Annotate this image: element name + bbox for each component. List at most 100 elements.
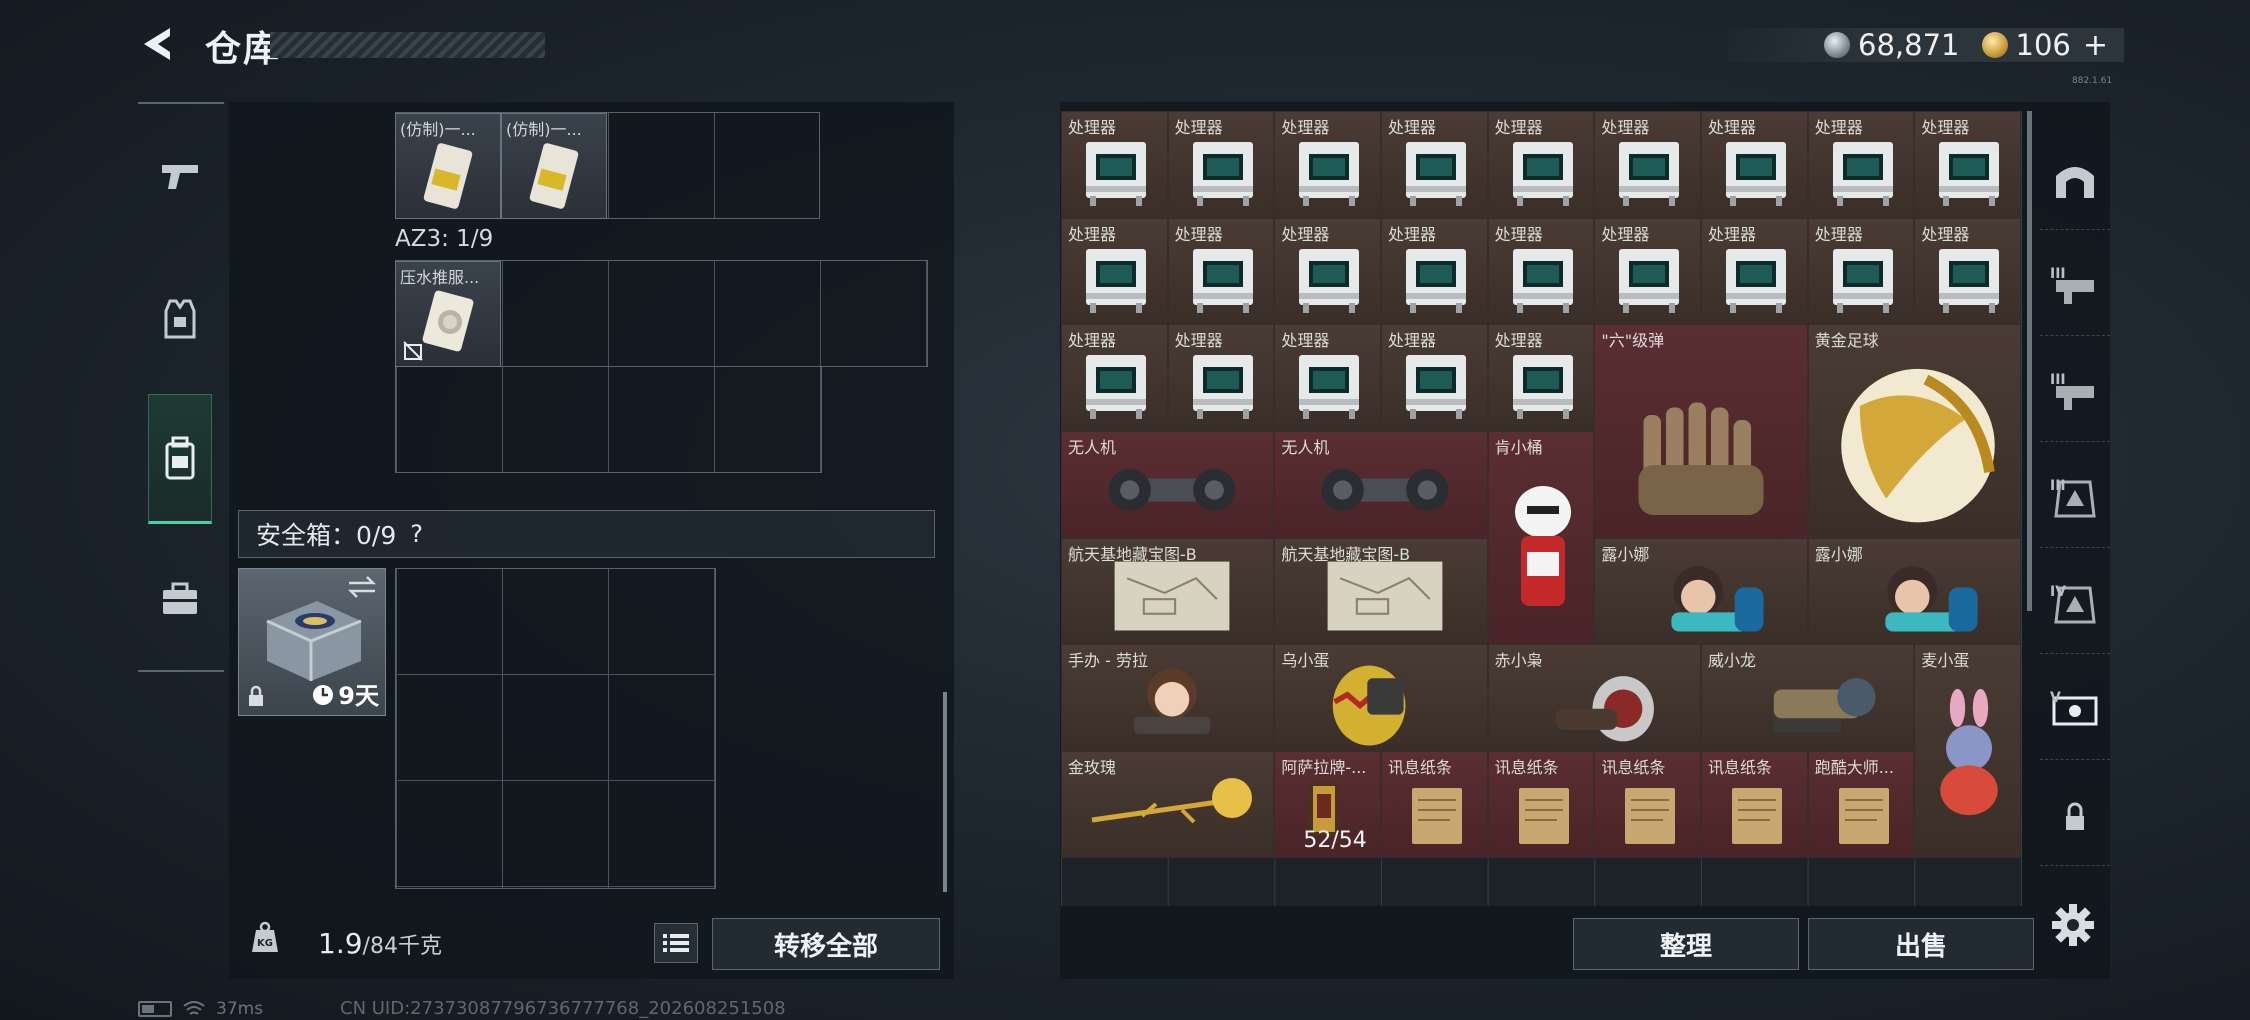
note-icon	[1625, 788, 1676, 845]
processor-icon	[1192, 142, 1253, 206]
stash-item[interactable]: 讯息纸条	[1701, 751, 1808, 858]
stash-item[interactable]: 威小龙	[1701, 644, 1915, 751]
processor-icon	[1299, 355, 1360, 420]
stash-item-label: 麦小蛋	[1921, 651, 1970, 671]
stash-item[interactable]: 赤小枭	[1487, 644, 1701, 751]
stash-item[interactable]: 麦小蛋	[1914, 644, 2022, 858]
briefcase-icon	[163, 582, 197, 614]
help-button[interactable]: ?	[410, 520, 423, 548]
drone-icon	[1108, 468, 1236, 512]
right-nav-item[interactable]	[2040, 766, 2110, 866]
stash-item[interactable]: 处理器	[1061, 217, 1168, 325]
stash-item[interactable]: 处理器	[1701, 111, 1808, 218]
right-nav-item[interactable]: IV	[2040, 554, 2110, 654]
stash-item[interactable]: 乌小蛋	[1274, 644, 1488, 751]
stash-item[interactable]: 处理器	[1061, 111, 1168, 218]
stash-item[interactable]: "六"级弹	[1594, 324, 1808, 538]
stash-item[interactable]: 处理器	[1594, 217, 1701, 325]
map-icon	[1114, 561, 1230, 631]
stash-scrollbar[interactable]	[2027, 111, 2032, 611]
sort-button[interactable]: 整理	[1573, 918, 1799, 970]
processor-icon	[1726, 248, 1787, 313]
stash-item[interactable]: 露小娜	[1807, 537, 2022, 645]
processor-icon	[1512, 142, 1573, 206]
stash-item[interactable]: 阿萨拉牌-... 52/54	[1274, 751, 1381, 858]
egg-icon	[1333, 665, 1406, 746]
settings-button[interactable]	[2048, 900, 2098, 950]
stash-item[interactable]: 手办 - 劳拉	[1061, 644, 1275, 751]
stash-item[interactable]: 处理器	[1167, 324, 1275, 431]
processor-icon	[1299, 248, 1360, 313]
stash-item[interactable]: 处理器	[1701, 217, 1808, 325]
nav-backpack[interactable]	[148, 394, 212, 524]
nav-weapons[interactable]	[148, 142, 212, 212]
ping-text: 37ms	[216, 999, 264, 1019]
arch-icon	[2056, 166, 2094, 198]
right-nav-item[interactable]: III	[2040, 342, 2110, 442]
left-nav	[138, 102, 224, 672]
stash-item[interactable]: 处理器	[1274, 111, 1381, 218]
note-icon	[1412, 788, 1462, 845]
stash-item[interactable]: 无人机	[1274, 431, 1488, 538]
figure-icon	[1885, 565, 1978, 632]
nav-case[interactable]	[148, 564, 212, 634]
silver-coin-icon	[1824, 32, 1851, 58]
right-nav-item[interactable]: III	[2040, 236, 2110, 336]
stash-item[interactable]: 讯息纸条	[1487, 751, 1595, 858]
stash-item[interactable]: 处理器	[1274, 324, 1381, 431]
swap-icon[interactable]	[347, 575, 377, 599]
stash-item-label: 讯息纸条	[1708, 758, 1773, 778]
nav-armor[interactable]	[148, 284, 212, 354]
move-all-button[interactable]: 转移全部	[712, 918, 940, 970]
stash-item[interactable]: 金玫瑰	[1061, 751, 1275, 858]
stash-item[interactable]: 处理器	[1594, 111, 1701, 218]
list-view-button[interactable]	[654, 923, 698, 963]
no-insure-icon	[403, 341, 423, 361]
figure2-icon	[1133, 668, 1211, 735]
back-button[interactable]	[138, 24, 178, 64]
right-nav-item[interactable]: V	[2040, 660, 2110, 760]
stash-item[interactable]: 处理器	[1487, 324, 1595, 431]
stash-item[interactable]: 肯小桶	[1487, 431, 1595, 645]
stash-item[interactable]: 处理器	[1914, 111, 2022, 218]
stash-item[interactable]: 讯息纸条	[1381, 751, 1488, 858]
stash-item[interactable]: 处理器	[1807, 217, 1915, 325]
stash-item[interactable]: 处理器	[1167, 111, 1275, 218]
item-icon	[422, 290, 474, 352]
tier-tag: III	[2050, 478, 2066, 494]
stash-item[interactable]: 跑酷大师...	[1807, 751, 1915, 858]
stash-item[interactable]: 处理器	[1274, 217, 1381, 325]
stash-item[interactable]: 无人机	[1061, 431, 1275, 538]
stash-item[interactable]: 处理器	[1381, 324, 1488, 431]
stash-item[interactable]: 处理器	[1914, 217, 2022, 325]
left-scrollbar[interactable]	[943, 692, 947, 892]
inventory-item[interactable]: 压水推服...	[395, 261, 501, 367]
processor-icon	[1619, 142, 1680, 206]
safe-box-label: 安全箱：0/9	[256, 521, 397, 550]
sell-button[interactable]: 出售	[1808, 918, 2034, 970]
stash-item[interactable]: 处理器	[1167, 217, 1275, 325]
stash-item[interactable]: 处理器	[1487, 217, 1595, 325]
right-nav-item[interactable]	[2040, 130, 2110, 230]
stash-item[interactable]: 露小娜	[1594, 537, 1808, 645]
add-currency-button[interactable]: +	[2083, 28, 2108, 63]
stash-item-label: 讯息纸条	[1494, 758, 1559, 778]
right-nav-item[interactable]: III	[2040, 448, 2110, 548]
stash-item[interactable]: 讯息纸条	[1594, 751, 1701, 858]
stash-item[interactable]: 航天基地藏宝图-B	[1061, 537, 1275, 645]
processor-icon	[1192, 248, 1253, 313]
stash-item[interactable]: 处理器	[1807, 111, 1915, 218]
safe-box-icon	[266, 601, 362, 681]
map-icon	[1327, 561, 1443, 631]
stash-item[interactable]: 处理器	[1487, 111, 1595, 218]
stash-item[interactable]: 处理器	[1381, 111, 1488, 218]
inventory-item[interactable]: (仿制)一...	[501, 113, 607, 219]
safe-box-slot[interactable]: 9天	[238, 568, 386, 716]
stash-item[interactable]: 处理器	[1381, 217, 1488, 325]
processor-icon	[1939, 142, 2000, 206]
stash-item[interactable]: 黄金足球	[1807, 324, 2022, 538]
inventory-item[interactable]: (仿制)一...	[395, 113, 501, 219]
stash-item[interactable]: 航天基地藏宝图-B	[1274, 537, 1488, 645]
stash-item[interactable]: 处理器	[1061, 324, 1168, 431]
svg-text:KG: KG	[257, 938, 273, 949]
